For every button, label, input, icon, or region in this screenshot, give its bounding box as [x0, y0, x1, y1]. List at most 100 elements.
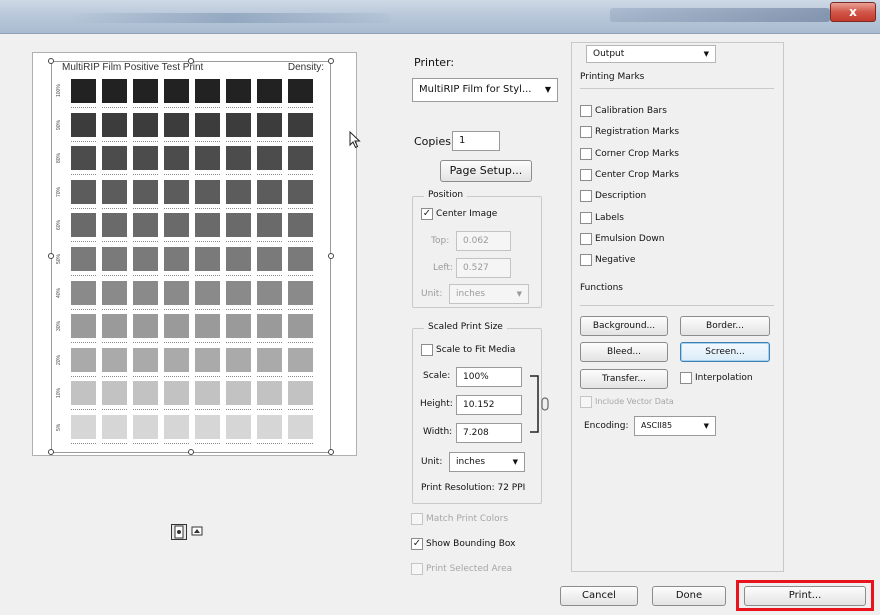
density-swatch [164, 146, 189, 176]
printing-mark-label: Corner Crop Marks [595, 148, 679, 159]
bounding-handle-mr[interactable] [328, 253, 334, 259]
position-unit-select[interactable]: inches ▼ [449, 284, 529, 304]
printing-mark-checkbox[interactable] [580, 168, 592, 181]
density-row-label: 80% [56, 153, 62, 164]
print-selected-area-checkbox[interactable] [411, 563, 423, 575]
printing-mark-checkbox[interactable] [580, 211, 592, 224]
printing-mark-checkbox[interactable] [580, 126, 592, 139]
printing-mark-checkbox[interactable] [580, 190, 592, 203]
density-swatch [288, 280, 313, 310]
density-swatch [257, 179, 282, 209]
density-swatch [164, 280, 189, 310]
density-swatch [164, 179, 189, 209]
match-print-colors-checkbox[interactable] [411, 513, 423, 525]
left-input[interactable]: 0.527 [456, 258, 511, 278]
width-input[interactable]: 7.208 [456, 423, 522, 443]
printing-mark-checkbox[interactable] [580, 105, 592, 117]
bounding-handle-bl[interactable] [48, 449, 54, 455]
scale-to-fit-checkbox[interactable] [421, 344, 433, 356]
density-swatch [133, 280, 158, 310]
interpolation-checkbox[interactable] [680, 372, 692, 384]
output-panel [571, 42, 784, 572]
density-swatch [288, 347, 313, 377]
density-row-label: 50% [56, 253, 62, 264]
density-swatch [195, 246, 220, 276]
functions-title: Functions [580, 283, 623, 293]
density-swatch [133, 381, 158, 411]
page-setup-button[interactable]: Page Setup... [440, 160, 532, 182]
preview-page-title: MultiRIP Film Positive Test Print [62, 62, 204, 73]
density-swatch [71, 314, 96, 344]
scale-input[interactable]: 100% [456, 367, 522, 387]
density-swatch [226, 179, 251, 209]
show-bounding-box-checkbox[interactable]: ✓ [411, 538, 423, 550]
density-swatch [133, 79, 158, 108]
density-swatch [226, 213, 251, 243]
density-swatch [71, 347, 96, 377]
done-button[interactable]: Done [652, 586, 726, 606]
density-swatch [133, 213, 158, 243]
printer-select[interactable]: MultiRIP Film for Styl... ▼ [412, 78, 558, 102]
copies-label: Copies: [414, 135, 455, 148]
scaled-unit-select[interactable]: inches ▼ [449, 452, 525, 472]
density-row: 30% [56, 311, 330, 345]
density-swatch [102, 381, 127, 411]
printing-marks-title: Printing Marks [580, 72, 645, 82]
density-swatch [257, 280, 282, 310]
bounding-handle-bc[interactable] [188, 449, 194, 455]
density-swatch [102, 246, 127, 276]
density-swatch [195, 213, 220, 243]
link-bracket-icon [530, 375, 549, 433]
printing-mark-checkbox[interactable] [580, 232, 592, 245]
bounding-handle-br[interactable] [328, 449, 334, 455]
density-swatch [71, 112, 96, 142]
density-swatch [195, 79, 220, 108]
bounding-handle-ml[interactable] [48, 253, 54, 259]
landscape-view-icon[interactable] [190, 524, 206, 540]
transfer-button[interactable]: Transfer... [580, 369, 668, 389]
scale-label: Scale: [423, 371, 451, 381]
cancel-button[interactable]: Cancel [560, 586, 638, 606]
density-swatch [195, 146, 220, 176]
encoding-select[interactable]: ASCII85 ▼ [634, 416, 716, 436]
density-swatch [71, 414, 96, 444]
bounding-handle-tl[interactable] [48, 58, 54, 64]
density-swatch [195, 347, 220, 377]
density-swatch [102, 314, 127, 344]
border-button[interactable]: Border... [680, 316, 770, 336]
title-bar: x [0, 0, 880, 34]
density-swatch [288, 414, 313, 444]
preview-page: MultiRIP Film Positive Test Print Densit… [51, 61, 331, 453]
printing-mark-checkbox[interactable] [580, 147, 592, 160]
printing-mark-checkbox[interactable] [580, 254, 592, 267]
printing-mark-label: Labels [595, 212, 624, 223]
chevron-down-icon: ▼ [544, 85, 551, 94]
close-button[interactable]: x [830, 2, 876, 22]
functions-divider [580, 305, 774, 306]
bounding-handle-tc[interactable] [188, 58, 194, 64]
density-row: 50% [56, 244, 330, 278]
screen-button[interactable]: Screen... [680, 342, 770, 362]
density-swatch [226, 79, 251, 108]
bounding-handle-tr[interactable] [328, 58, 334, 64]
portrait-view-icon[interactable] [171, 524, 187, 540]
density-swatch [164, 314, 189, 344]
include-vector-data-checkbox[interactable] [580, 396, 592, 408]
height-input[interactable]: 10.152 [456, 395, 522, 415]
density-swatch [257, 347, 282, 377]
background-button[interactable]: Background... [580, 316, 668, 336]
density-row-label: 70% [56, 186, 62, 197]
density-row: 60% [56, 210, 330, 244]
copies-input[interactable]: 1 [452, 131, 500, 151]
density-swatch [226, 112, 251, 142]
density-swatch [133, 347, 158, 377]
printing-mark-label: Registration Marks [595, 127, 680, 138]
density-swatch [226, 246, 251, 276]
interpolation-label: Interpolation [695, 373, 753, 383]
center-image-checkbox[interactable]: ✓ [421, 208, 433, 220]
output-select[interactable]: Output ▼ [586, 45, 716, 63]
position-unit-label: Unit: [421, 289, 443, 299]
top-input[interactable]: 0.062 [456, 231, 511, 251]
density-swatch [288, 213, 313, 243]
bleed-button[interactable]: Bleed... [580, 342, 668, 362]
